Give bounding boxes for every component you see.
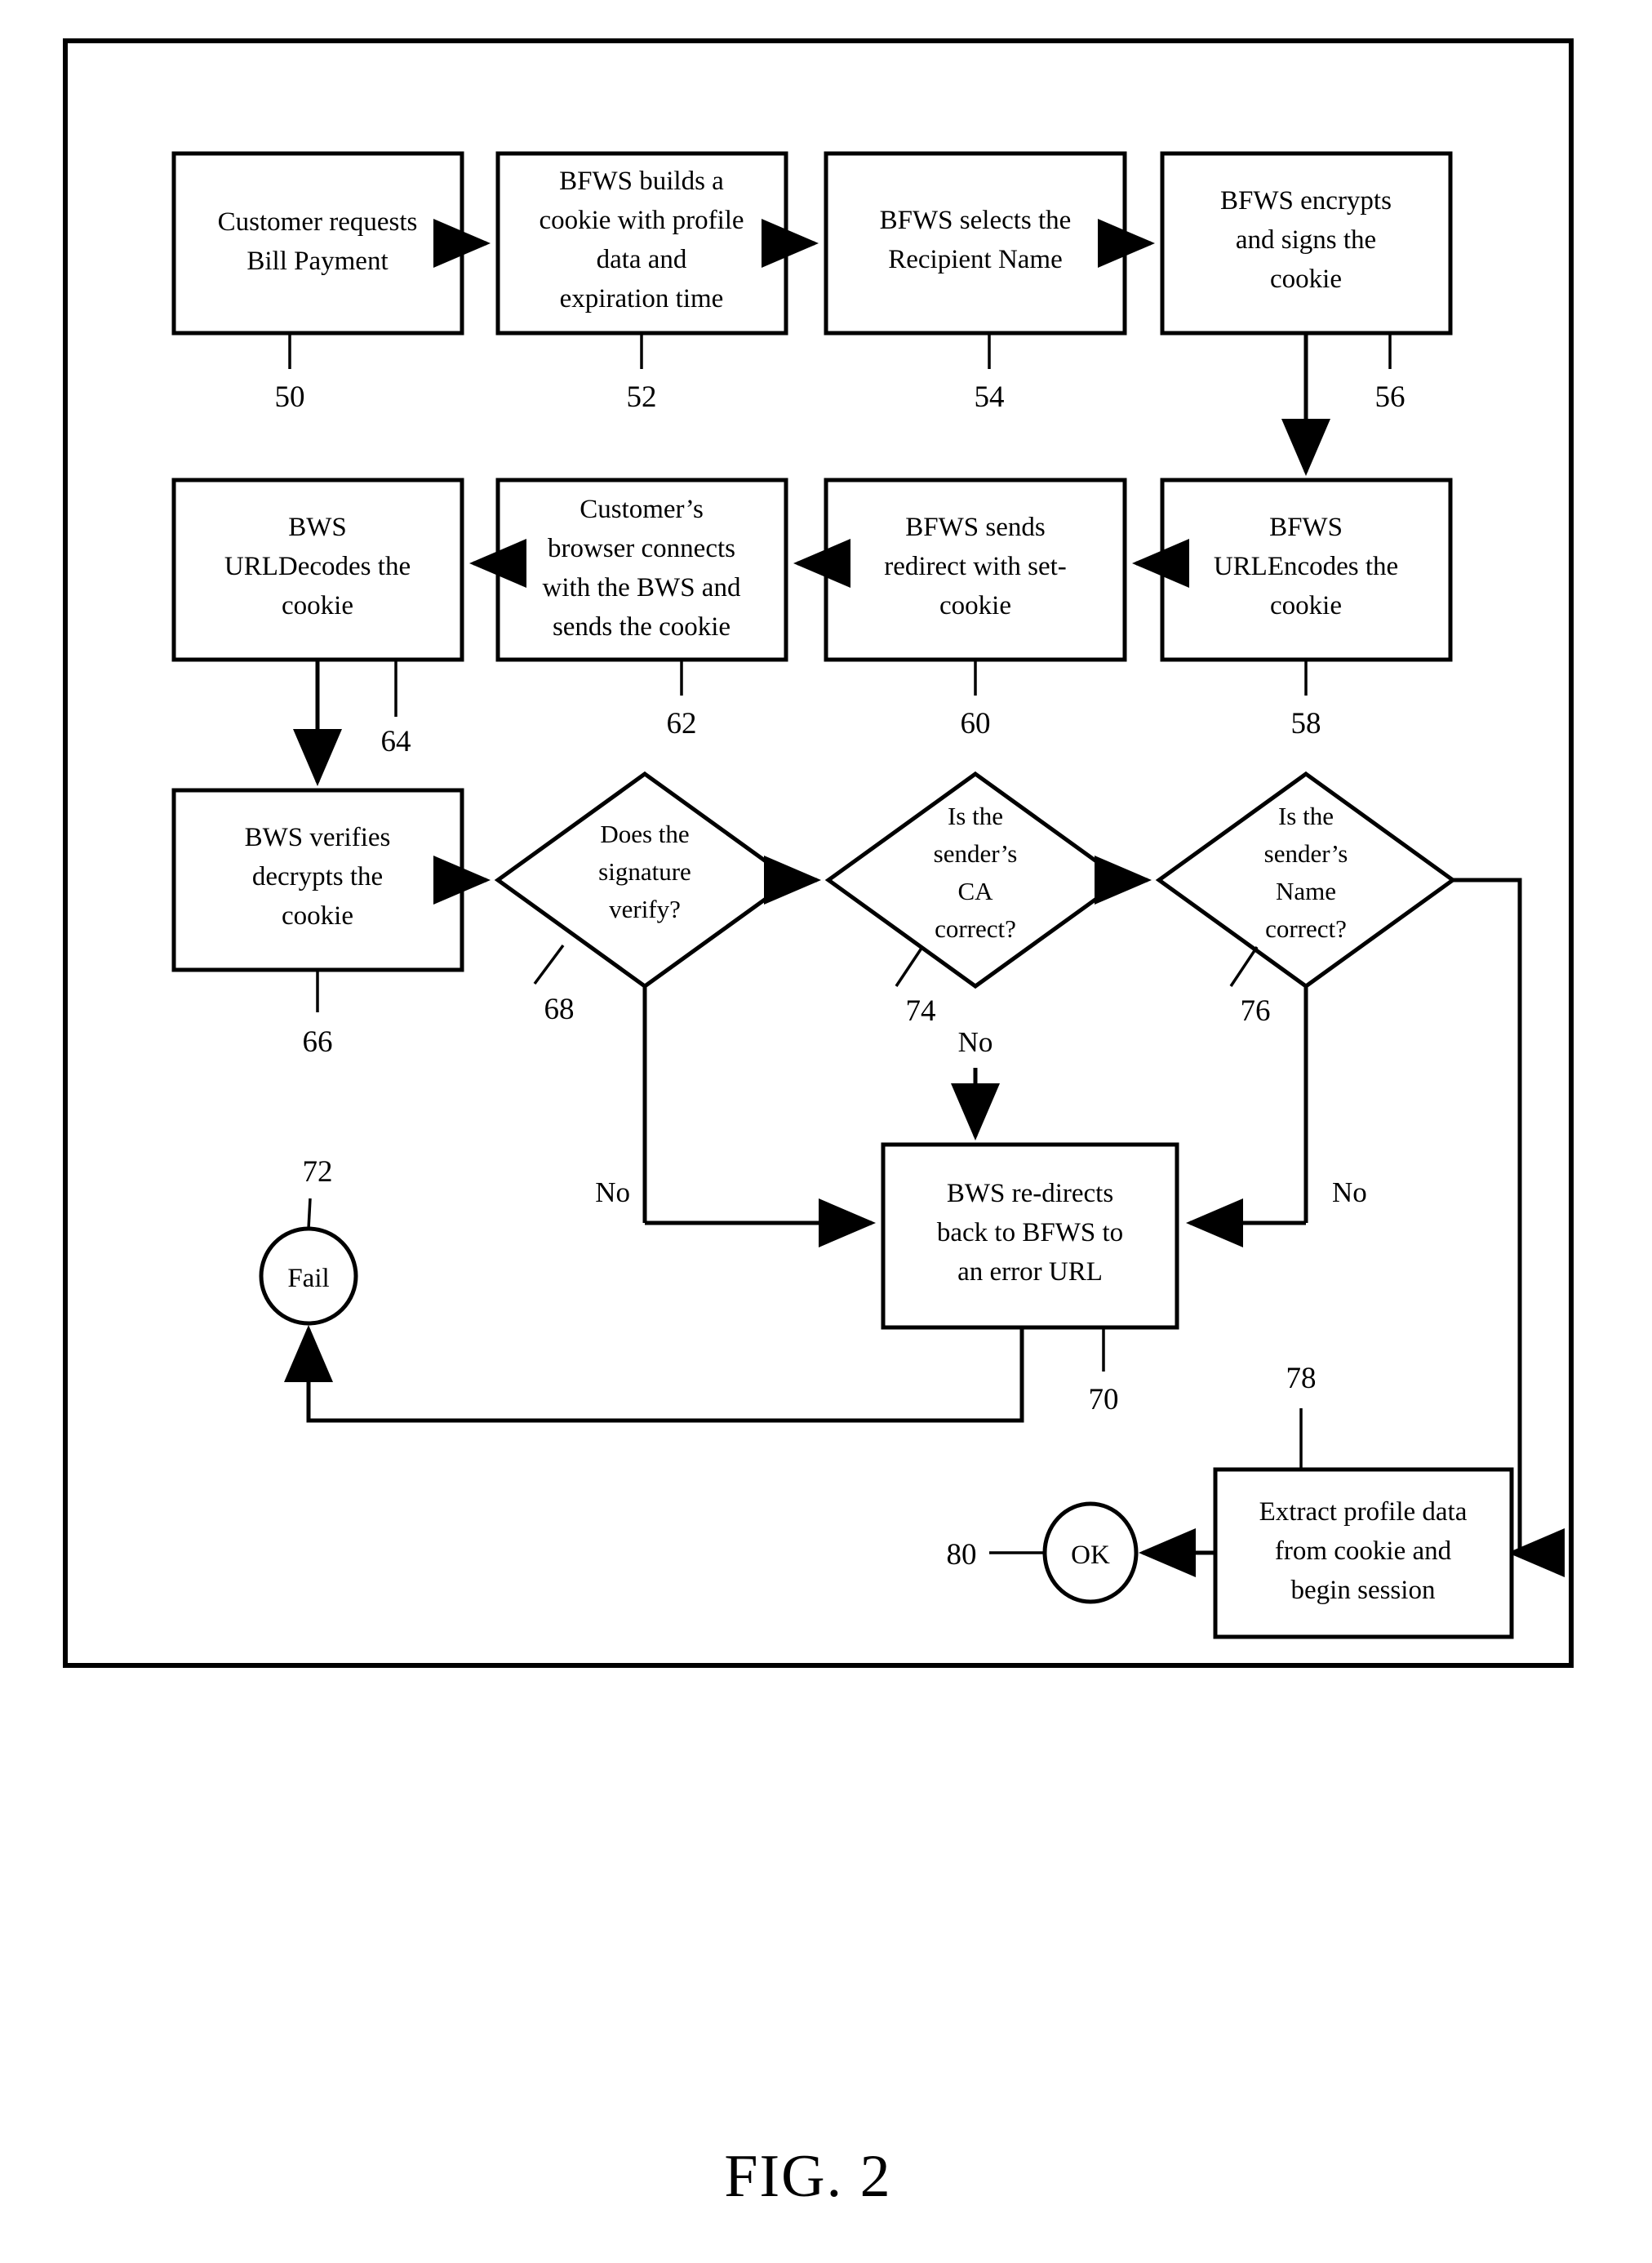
box-70-line-1: back to BFWS to	[937, 1218, 1123, 1247]
diamond-68-line-2: verify?	[609, 895, 681, 923]
ref-number-74: 74	[906, 994, 936, 1028]
ref-number-68: 68	[544, 993, 575, 1026]
diamond-74-line-2: CA	[957, 877, 993, 905]
box-52-line-3: expiration time	[560, 284, 724, 313]
process-node-50: Customer requests Bill Payment 50	[171, 151, 464, 414]
box-60-line-0: BFWS sends	[905, 513, 1045, 542]
diamond-76-line-0: Is the	[1278, 802, 1334, 830]
box-54-line-1: Recipient Name	[888, 245, 1063, 274]
box-52-line-2: data and	[597, 245, 687, 274]
box-52-line-1: cookie with profile	[539, 206, 744, 235]
process-node-70: BWS re-directs back to BFWS to an error …	[881, 1142, 1179, 1416]
decision-node-74: Is the sender’s CA correct? 74	[824, 771, 1126, 1028]
ref-number-66: 66	[303, 1025, 333, 1059]
ref-number-54: 54	[975, 380, 1005, 414]
box-64-line-2: cookie	[282, 591, 353, 620]
ref-number-62: 62	[667, 707, 697, 740]
process-node-54: BFWS selects the Recipient Name 54	[824, 151, 1127, 414]
process-node-66: BWS verifies decrypts the cookie 66	[171, 788, 464, 1059]
box-78-line-0: Extract profile data	[1259, 1497, 1468, 1527]
ref-number-56: 56	[1375, 380, 1406, 414]
ref-number-80: 80	[947, 1538, 977, 1572]
ref-number-52: 52	[627, 380, 657, 414]
diamond-74-line-3: correct?	[935, 914, 1016, 943]
box-56-line-1: and signs the	[1236, 225, 1376, 255]
diamond-68-line-1: signature	[598, 857, 691, 886]
ref-number-78: 78	[1286, 1362, 1317, 1395]
figure-caption: FIG. 2	[724, 2143, 891, 2210]
box-78-line-1: from cookie and	[1275, 1536, 1452, 1566]
box-66-line-2: cookie	[282, 901, 353, 931]
ref-number-72: 72	[303, 1155, 333, 1189]
box-58-line-1: URLEncodes the	[1214, 552, 1398, 581]
ref-number-64: 64	[381, 725, 411, 758]
terminator-ok-80: OK 80	[947, 1501, 1139, 1604]
box-78-line-2: begin session	[1291, 1576, 1436, 1605]
box-66-line-0: BWS verifies	[245, 823, 391, 852]
diamond-68-line-0: Does the	[600, 820, 689, 848]
branch-label-68-no: No	[595, 1176, 630, 1208]
flowchart-canvas: Customer requests Bill Payment 50 BFWS b…	[63, 38, 1574, 2210]
process-node-58: BFWS URLEncodes the cookie 58	[1160, 478, 1453, 740]
branch-label-76-no: No	[1332, 1176, 1367, 1208]
fail-label: Fail	[287, 1264, 329, 1293]
process-node-78: Extract profile data from cookie and beg…	[1213, 1362, 1514, 1639]
box-50-line-0: Customer requests	[218, 207, 418, 237]
box-64-line-0: BWS	[288, 513, 347, 542]
box-54-line-0: BFWS selects the	[880, 206, 1072, 235]
terminator-fail-72: Fail 72	[259, 1155, 358, 1326]
process-node-60: BFWS sends redirect with set- cookie 60	[824, 478, 1127, 740]
process-node-62: Customer’s browser connects with the BWS…	[495, 478, 788, 740]
box-56-line-0: BFWS encrypts	[1220, 186, 1392, 216]
box-58-line-2: cookie	[1270, 591, 1342, 620]
box-62-line-1: browser connects	[548, 534, 735, 563]
branch-label-74-no: No	[958, 1026, 993, 1058]
diamond-76-line-1: sender’s	[1264, 839, 1348, 868]
ok-label: OK	[1071, 1541, 1110, 1570]
patent-figure-sheet: Customer requests Bill Payment 50 BFWS b…	[0, 0, 1652, 2263]
diamond-76-line-3: correct?	[1265, 914, 1347, 943]
process-node-52: BFWS builds a cookie with profile data a…	[495, 151, 788, 414]
box-60-line-1: redirect with set-	[884, 552, 1067, 581]
box-62-line-3: sends the cookie	[553, 612, 731, 642]
box-60-line-2: cookie	[939, 591, 1011, 620]
ref-number-58: 58	[1291, 707, 1321, 740]
box-62-line-2: with the BWS and	[543, 573, 741, 602]
connector-70-to-fail	[284, 1325, 1024, 1423]
diamond-74-line-0: Is the	[948, 802, 1003, 830]
box-58-line-0: BFWS	[1269, 513, 1343, 542]
ref-number-50: 50	[275, 380, 305, 414]
box-50-line-1: Bill Payment	[246, 247, 388, 276]
ref-number-70: 70	[1089, 1383, 1119, 1416]
ref-number-60: 60	[961, 707, 991, 740]
box-56-line-2: cookie	[1270, 265, 1342, 294]
box-66-line-1: decrypts the	[252, 862, 383, 891]
connector-76-yes-to-78	[1453, 878, 1565, 1577]
box-70-line-2: an error URL	[957, 1257, 1103, 1287]
diamond-76-line-2: Name	[1276, 877, 1336, 905]
box-64-line-1: URLDecodes the	[224, 552, 411, 581]
box-62-line-0: Customer’s	[580, 495, 704, 524]
diamond-74-line-1: sender’s	[934, 839, 1018, 868]
box-70-line-0: BWS re-directs	[947, 1179, 1113, 1208]
ref-number-76: 76	[1241, 994, 1271, 1028]
box-52-line-0: BFWS builds a	[559, 167, 724, 196]
